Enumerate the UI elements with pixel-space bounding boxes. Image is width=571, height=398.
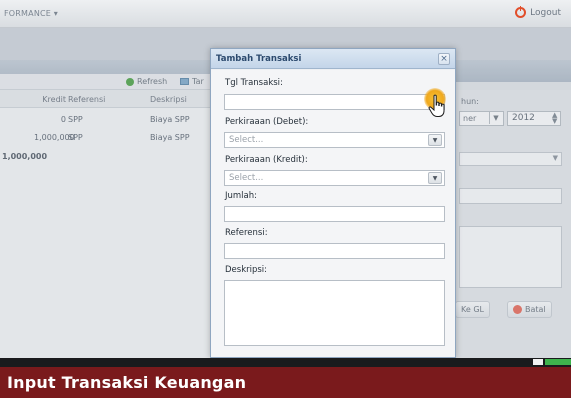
caption-bar: Input Transaksi Keuangan [0,367,571,398]
kredit-placeholder: Select... [229,173,264,183]
jumlah-input[interactable] [224,206,445,222]
tambah-transaksi-dialog: Tambah Transaksi × Tgl Transaksi: Perkir… [210,48,456,358]
tgl-transaksi-label: Tgl Transaksi: [225,78,283,88]
top-bar: FORMANCE ▾ Logout [0,0,571,28]
tgl-transaksi-input[interactable] [224,94,445,110]
referensi-input[interactable] [224,243,445,259]
strip-marker [533,359,543,365]
caption-title: Input Transaksi Keuangan [7,373,247,392]
debet-label: Perkiraaan (Debet): [225,117,309,127]
logout-button[interactable]: Logout [515,6,561,18]
power-icon [515,6,527,18]
deskripsi-textarea[interactable] [224,280,445,346]
chevron-down-icon[interactable]: ▼ [428,172,442,184]
performance-menu[interactable]: FORMANCE ▾ [4,9,58,18]
dialog-header[interactable]: Tambah Transaksi × [211,49,455,69]
caption-progress-strip [0,358,571,367]
dialog-body: Tgl Transaksi: Perkiraaan (Debet): Selec… [211,70,455,357]
dialog-title: Tambah Transaksi [216,54,302,64]
debet-select[interactable]: Select... ▼ [224,132,445,148]
strip-progress [545,359,571,365]
logout-label: Logout [530,7,561,18]
referensi-label: Referensi: [225,228,268,238]
debet-placeholder: Select... [229,135,264,145]
kredit-select[interactable]: Select... ▼ [224,170,445,186]
hand-cursor-icon [428,94,445,117]
deskripsi-label: Deskripsi: [225,265,268,275]
kredit-label: Perkiraaan (Kredit): [225,155,308,165]
jumlah-label: Jumlah: [225,191,257,201]
close-icon[interactable]: × [438,53,450,65]
chevron-down-icon[interactable]: ▼ [428,134,442,146]
